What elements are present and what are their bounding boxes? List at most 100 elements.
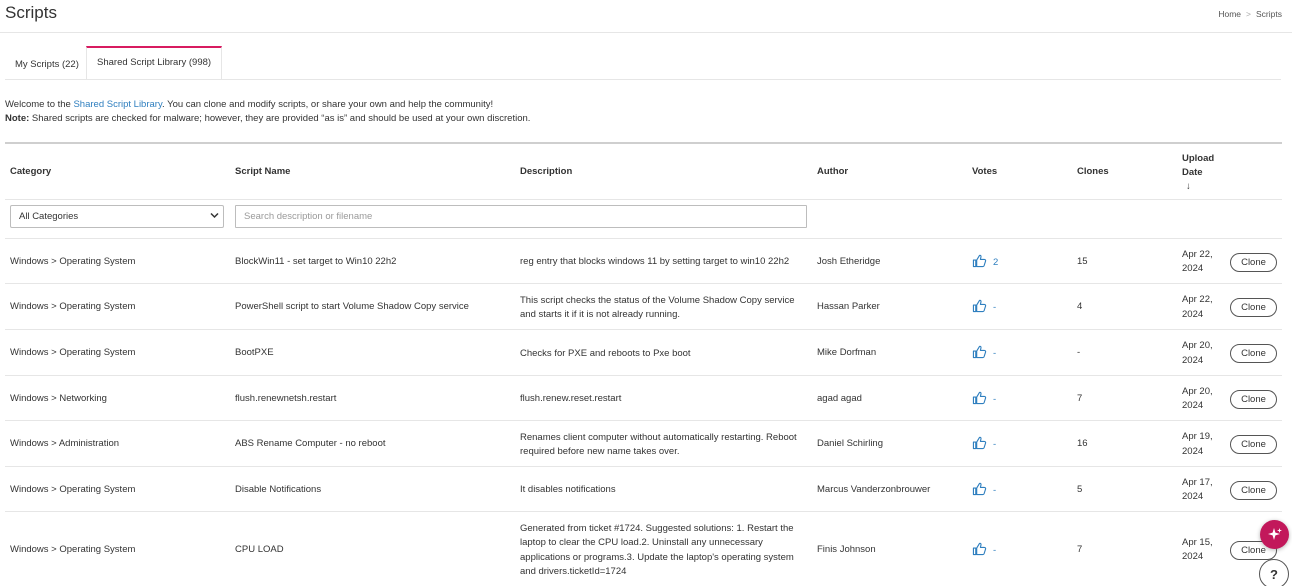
column-header-description[interactable]: Description (520, 166, 572, 177)
column-header-author[interactable]: Author (817, 166, 848, 177)
upload-date-year: 2024 (1182, 491, 1204, 502)
search-input[interactable] (235, 205, 807, 228)
cell-author: Hassan Parker (817, 301, 880, 312)
cell-description: This script checks the status of the Vol… (520, 294, 795, 321)
help-button[interactable]: ? (1259, 559, 1289, 586)
note-label: Note: (5, 113, 30, 124)
cell-upload-date: Apr 20, 2024 (1182, 385, 1222, 414)
table-row: Windows > Operating System CPU LOAD Genera… (5, 511, 1282, 586)
column-header-clones[interactable]: Clones (1077, 166, 1109, 177)
note-line: Note: Shared scripts are checked for mal… (5, 112, 530, 126)
cell-upload-date: Apr 22, 2024 (1182, 293, 1222, 322)
cell-clones: 5 (1077, 483, 1083, 495)
cell-author: Josh Etheridge (817, 255, 881, 267)
vote-control[interactable]: 2 (972, 254, 998, 271)
sort-arrow-icon: ↓ (1186, 181, 1191, 192)
cell-category: Windows > Administration (10, 438, 120, 449)
clone-button[interactable]: Clone (1230, 480, 1277, 500)
thumbs-up-icon[interactable] (972, 299, 987, 316)
vote-count: - (993, 302, 997, 313)
page-title: Scripts (5, 3, 57, 22)
cell-script-name[interactable]: Disable Notifications (235, 483, 321, 498)
upload-date-year: 2024 (1182, 263, 1204, 274)
clone-button[interactable]: Clone (1230, 344, 1277, 363)
vote-count: 2 (993, 256, 999, 268)
tab-my-scripts[interactable]: My Scripts (22) (5, 48, 89, 80)
cell-script-name[interactable]: BootPXE (235, 346, 274, 361)
upload-date-year: 2024 (1182, 551, 1204, 562)
vote-control[interactable]: - (972, 391, 996, 408)
category-filter-select[interactable]: All Categories (10, 205, 224, 228)
thumbs-up-icon[interactable] (972, 391, 987, 408)
cell-category: Windows > Operating System (10, 301, 136, 312)
upload-date-month-day: Apr 20, (1182, 340, 1213, 351)
upload-date-year: 2024 (1182, 354, 1204, 366)
clone-button[interactable]: Clone (1230, 298, 1277, 317)
welcome-prefix: Welcome to the (5, 99, 74, 110)
thumbs-up-icon[interactable] (972, 436, 987, 453)
cell-clones: 15 (1077, 255, 1088, 267)
table-row: Windows > Operating System Disable Notifi… (5, 466, 1282, 511)
vote-control[interactable]: - (972, 542, 996, 559)
tab-shared-script-library[interactable]: Shared Script Library (998) (86, 46, 223, 79)
vote-count: - (993, 439, 997, 450)
thumbs-up-icon[interactable] (972, 482, 987, 499)
cell-description: Renames client computer without automati… (520, 431, 797, 458)
column-header-script-name[interactable]: Script Name (235, 166, 290, 177)
cell-author: agad agad (817, 392, 862, 404)
thumbs-up-icon[interactable] (972, 254, 987, 271)
breadcrumb: Home > Scripts (1218, 9, 1282, 19)
column-header-upload-date[interactable]: Upload Date ↓ (1182, 152, 1214, 194)
sparkle-icon (1267, 527, 1282, 540)
breadcrumb-home-link[interactable]: Home (1218, 9, 1241, 19)
thumbs-up-icon[interactable] (972, 345, 987, 362)
upload-date-month-day: Apr 19, (1182, 431, 1213, 442)
clone-button[interactable]: Clone (1230, 252, 1277, 272)
cell-clones: 4 (1077, 301, 1083, 312)
upload-date-year: 2024 (1182, 308, 1204, 320)
cell-upload-date: Apr 19, 2024 (1182, 430, 1222, 459)
ai-assistant-button[interactable] (1260, 520, 1289, 549)
vote-control[interactable]: - (972, 345, 996, 362)
note-text: Shared scripts are checked for malware; … (29, 113, 531, 124)
shared-library-link[interactable]: Shared Script Library (73, 99, 162, 110)
cell-upload-date: Apr 22, 2024 (1182, 248, 1222, 277)
vote-count: - (993, 393, 997, 405)
vote-control[interactable]: - (972, 482, 996, 499)
welcome-suffix: . You can clone and modify scripts, or s… (162, 99, 494, 110)
upload-date-month-day: Apr 17, (1182, 476, 1213, 488)
cell-script-name[interactable]: PowerShell script to start Volume Shadow… (235, 300, 469, 315)
cell-clones: 7 (1077, 543, 1083, 555)
cell-author: Mike Dorfman (817, 347, 877, 358)
cell-description: flush.renew.reset.restart (520, 393, 622, 405)
upload-date-month-day: Apr 22, (1182, 294, 1213, 305)
upload-date-month-day: Apr 20, (1182, 385, 1213, 397)
cell-description: Generated from ticket #1724. Suggested s… (520, 522, 794, 578)
vote-count: - (993, 348, 997, 359)
welcome-line: Welcome to the Shared Script Library. Yo… (5, 98, 530, 112)
cell-clones: 16 (1077, 438, 1088, 449)
cell-upload-date: Apr 17, 2024 (1182, 476, 1222, 505)
upload-date-month-day: Apr 15, (1182, 536, 1213, 548)
thumbs-up-icon[interactable] (972, 542, 987, 559)
cell-description: Checks for PXE and reboots to Pxe boot (520, 347, 691, 359)
vote-control[interactable]: - (972, 299, 996, 316)
column-header-category[interactable]: Category (10, 166, 51, 177)
column-header-votes[interactable]: Votes (972, 166, 997, 177)
clone-button[interactable]: Clone (1230, 389, 1277, 409)
table-row: Windows > Operating System BootPXE Checks … (5, 329, 1282, 375)
cell-script-name[interactable]: flush.renewnetsh.restart (235, 392, 336, 407)
cell-script-name[interactable]: ABS Rename Computer - no reboot (235, 437, 386, 452)
clone-button[interactable]: Clone (1230, 435, 1277, 454)
cell-description: reg entry that blocks windows 11 by sett… (520, 256, 790, 268)
cell-category: Windows > Networking (10, 392, 107, 404)
upload-date-line1: Upload (1182, 153, 1215, 164)
upload-date-year: 2024 (1182, 400, 1204, 411)
cell-script-name[interactable]: CPU LOAD (235, 543, 284, 558)
cell-clones: 7 (1077, 392, 1083, 404)
vote-control[interactable]: - (972, 436, 996, 453)
table-top-border (5, 142, 1282, 144)
table-row: Windows > Networking flush.renewnetsh.res… (5, 375, 1282, 420)
cell-script-name[interactable]: BlockWin11 - set target to Win10 22h2 (235, 255, 396, 270)
cell-upload-date: Apr 20, 2024 (1182, 339, 1222, 368)
